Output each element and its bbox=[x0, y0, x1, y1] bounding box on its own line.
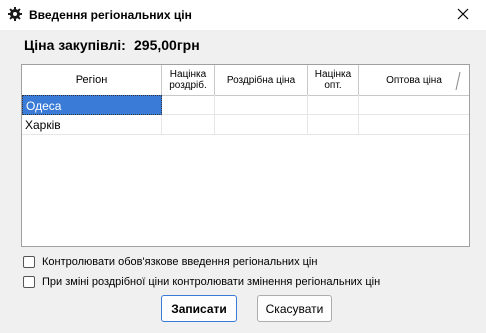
cell-retail-price[interactable] bbox=[215, 95, 308, 115]
cell-wholesale-price[interactable] bbox=[359, 115, 469, 135]
column-resize-grip[interactable] bbox=[455, 71, 461, 91]
cell-region[interactable]: Харків bbox=[22, 115, 162, 135]
mandatory-regional-prices-checkbox[interactable] bbox=[23, 256, 35, 268]
close-button[interactable] bbox=[440, 0, 486, 30]
cell-retail-markup[interactable] bbox=[162, 115, 215, 135]
cell-wholesale-markup[interactable] bbox=[308, 95, 359, 115]
table-header: Регіон Націнка роздріб. Роздрібна ціна Н… bbox=[22, 65, 469, 96]
cell-retail-price[interactable] bbox=[215, 115, 308, 135]
table-row[interactable]: Одеса bbox=[22, 95, 469, 115]
cancel-button[interactable]: Скасувати bbox=[257, 295, 332, 322]
table-row[interactable]: Харків bbox=[22, 115, 469, 135]
column-header-retail-markup[interactable]: Націнка роздріб. bbox=[162, 65, 215, 95]
cell-retail-markup[interactable] bbox=[162, 95, 215, 115]
column-header-retail-price[interactable]: Роздрібна ціна bbox=[215, 65, 308, 95]
purchase-price-value: 295,00грн bbox=[132, 36, 206, 55]
cell-region[interactable]: Одеса bbox=[22, 95, 162, 115]
mandatory-regional-prices-label: Контролювати обов'язкове введення регіон… bbox=[42, 256, 318, 268]
cell-wholesale-markup[interactable] bbox=[308, 115, 359, 135]
retail-change-control-label: При зміні роздрібної ціни контролювати з… bbox=[42, 276, 381, 288]
column-header-region[interactable]: Регіон bbox=[22, 65, 162, 95]
regional-prices-dialog: Введення регіональних цін Ціна закупівлі… bbox=[0, 0, 486, 333]
window-title: Введення регіональних цін bbox=[29, 8, 192, 22]
close-icon bbox=[457, 8, 469, 23]
column-header-wholesale-price[interactable]: Оптова ціна bbox=[359, 65, 469, 95]
column-header-wholesale-markup[interactable]: Націнка опт. bbox=[308, 65, 359, 95]
mandatory-regional-prices-option[interactable]: Контролювати обов'язкове введення регіон… bbox=[23, 256, 317, 268]
cell-wholesale-price[interactable] bbox=[359, 95, 469, 115]
save-button[interactable]: Записати bbox=[161, 295, 237, 322]
regional-prices-table[interactable]: Регіон Націнка роздріб. Роздрібна ціна Н… bbox=[21, 64, 470, 247]
purchase-price-label: Ціна закупівлі: bbox=[24, 37, 126, 53]
retail-change-control-checkbox[interactable] bbox=[23, 276, 35, 288]
title-bar: Введення регіональних цін bbox=[0, 0, 486, 30]
gear-icon bbox=[7, 6, 23, 22]
retail-change-control-option[interactable]: При зміні роздрібної ціни контролювати з… bbox=[23, 276, 380, 288]
